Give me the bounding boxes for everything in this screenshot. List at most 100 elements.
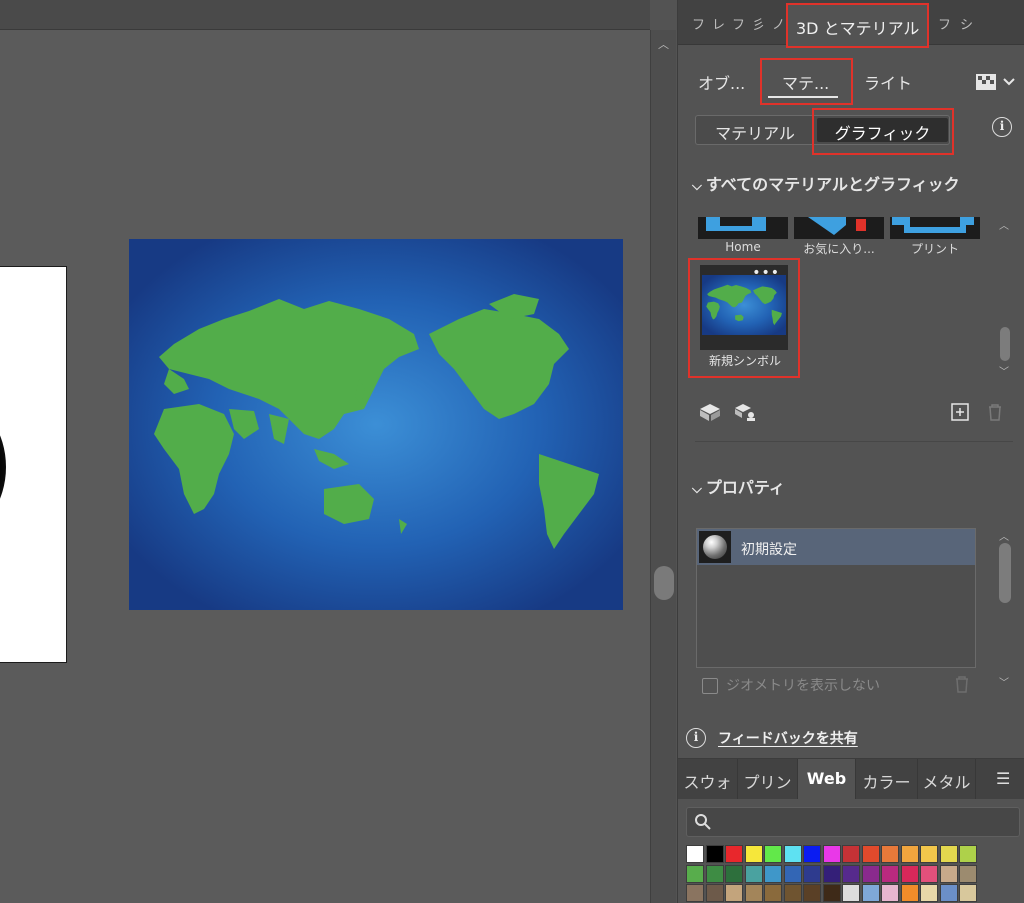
chevron-up-icon[interactable]: ︿: [999, 528, 1009, 543]
color-swatch[interactable]: [725, 845, 743, 863]
color-swatch[interactable]: [939, 864, 958, 883]
color-swatch[interactable]: [705, 884, 724, 902]
world-map-artwork[interactable]: [129, 239, 623, 610]
add-graphic-icon[interactable]: [948, 402, 972, 422]
segment-graphic[interactable]: グラフィック: [817, 118, 948, 143]
tab-color[interactable]: カラー: [856, 759, 918, 799]
render-grid-icon: [976, 74, 1015, 90]
black-circle-shape[interactable]: [0, 402, 6, 532]
color-swatch[interactable]: [959, 884, 977, 902]
section-all-materials-header[interactable]: ⌵ すべてのマテリアルとグラフィック: [692, 171, 960, 195]
color-swatch[interactable]: [900, 845, 919, 863]
color-swatch[interactable]: [686, 884, 704, 902]
color-swatch[interactable]: [705, 864, 724, 883]
color-swatch[interactable]: [686, 864, 704, 883]
place-graphic-icon[interactable]: [733, 402, 757, 422]
color-swatch[interactable]: [744, 864, 763, 883]
chevron-down-icon[interactable]: ﹀: [999, 363, 1009, 378]
graphics-grid-scrollbar[interactable]: ︿ ﹀: [996, 217, 1012, 382]
color-swatch[interactable]: [725, 884, 743, 902]
color-swatch[interactable]: [900, 884, 919, 902]
color-swatch[interactable]: [705, 845, 724, 863]
tab-collapsed-2[interactable]: レ: [712, 14, 725, 33]
color-swatch[interactable]: [803, 884, 821, 902]
color-swatch[interactable]: [881, 864, 899, 883]
color-swatch[interactable]: [764, 884, 782, 902]
color-swatch[interactable]: [939, 845, 958, 863]
color-swatch[interactable]: [744, 884, 763, 902]
subtab-object[interactable]: オブ...: [698, 70, 745, 94]
hide-geometry-option[interactable]: ジオメトリを表示しない: [702, 675, 880, 695]
feedback-text: フィードバックを共有: [718, 731, 858, 747]
properties-list: 初期設定: [696, 528, 976, 668]
color-swatch[interactable]: [861, 845, 880, 863]
symbol-tile-new-symbol[interactable]: •••: [700, 265, 788, 350]
tab-collapsed-3[interactable]: フ: [732, 14, 745, 33]
tab-swatches[interactable]: スウォ: [678, 759, 738, 799]
color-swatch[interactable]: [920, 884, 938, 902]
color-swatch[interactable]: [744, 845, 763, 863]
tab-collapsed-6[interactable]: フ: [938, 14, 951, 33]
subtab-material[interactable]: マテ...: [782, 70, 829, 94]
tab-3d-and-materials[interactable]: 3D とマテリアル: [788, 3, 928, 46]
chevron-down-icon[interactable]: ﹀: [999, 674, 1009, 689]
color-swatch[interactable]: [842, 864, 860, 883]
artboard-canvas[interactable]: [0, 0, 650, 903]
color-swatch[interactable]: [822, 884, 841, 902]
canvas-vertical-scrollbar[interactable]: ︿: [650, 30, 676, 903]
color-swatch[interactable]: [822, 864, 841, 883]
list-item-default-material[interactable]: 初期設定: [697, 529, 975, 565]
color-swatch[interactable]: [822, 845, 841, 863]
scroll-thumb[interactable]: [1000, 327, 1010, 361]
tab-print[interactable]: プリン: [738, 759, 798, 799]
color-swatch[interactable]: [861, 884, 880, 902]
add-to-3d-icon[interactable]: [698, 402, 722, 422]
info-icon[interactable]: i: [992, 117, 1012, 137]
color-swatch[interactable]: [783, 845, 802, 863]
color-swatch[interactable]: [920, 864, 938, 883]
color-swatch[interactable]: [900, 864, 919, 883]
artboard-left[interactable]: [0, 266, 67, 663]
tab-collapsed-5[interactable]: ノ: [772, 14, 785, 33]
swatches-tab-bar: スウォ プリン Web カラー メタル ☰: [678, 759, 1024, 799]
color-swatch[interactable]: [842, 884, 860, 902]
color-swatch[interactable]: [861, 864, 880, 883]
tab-collapsed-7[interactable]: シ: [960, 14, 973, 33]
color-swatch[interactable]: [881, 884, 899, 902]
hamburger-menu-icon[interactable]: ☰: [996, 769, 1010, 788]
tab-collapsed-1[interactable]: フ: [692, 14, 705, 33]
swatch-search-input[interactable]: [686, 807, 1020, 837]
color-swatch[interactable]: [881, 845, 899, 863]
color-swatch[interactable]: [803, 845, 821, 863]
color-swatch[interactable]: [920, 845, 938, 863]
trash-icon[interactable]: [950, 674, 974, 694]
scroll-thumb[interactable]: [654, 566, 674, 600]
color-swatch[interactable]: [842, 845, 860, 863]
color-swatch[interactable]: [783, 864, 802, 883]
trash-icon[interactable]: [983, 402, 1007, 422]
library-thumb-home[interactable]: [698, 217, 788, 239]
chevron-up-icon[interactable]: ︿: [999, 217, 1009, 232]
segment-material[interactable]: マテリアル: [696, 116, 814, 144]
color-swatch[interactable]: [959, 845, 977, 863]
color-swatch[interactable]: [803, 864, 821, 883]
color-swatch[interactable]: [686, 845, 704, 863]
color-swatch[interactable]: [725, 864, 743, 883]
color-swatch[interactable]: [764, 845, 782, 863]
color-swatch[interactable]: [764, 864, 782, 883]
chevron-up-icon[interactable]: ︿: [658, 36, 669, 52]
tab-collapsed-4[interactable]: 彡: [752, 14, 765, 33]
tab-metal[interactable]: メタル: [918, 759, 976, 799]
section-properties-header[interactable]: ⌵ プロパティ: [692, 474, 785, 498]
subtab-light[interactable]: ライト: [864, 70, 912, 94]
library-thumb-favorites[interactable]: [794, 217, 884, 239]
color-swatch[interactable]: [939, 884, 958, 902]
color-swatch[interactable]: [783, 884, 802, 902]
hide-geometry-checkbox[interactable]: [702, 678, 718, 694]
scroll-thumb[interactable]: [999, 543, 1011, 603]
color-swatch[interactable]: [959, 864, 977, 883]
library-thumb-print[interactable]: [890, 217, 980, 239]
properties-scrollbar[interactable]: ︿ ﹀: [996, 528, 1012, 690]
render-settings-menu-button[interactable]: [976, 70, 1018, 92]
tab-web[interactable]: Web: [798, 759, 856, 799]
